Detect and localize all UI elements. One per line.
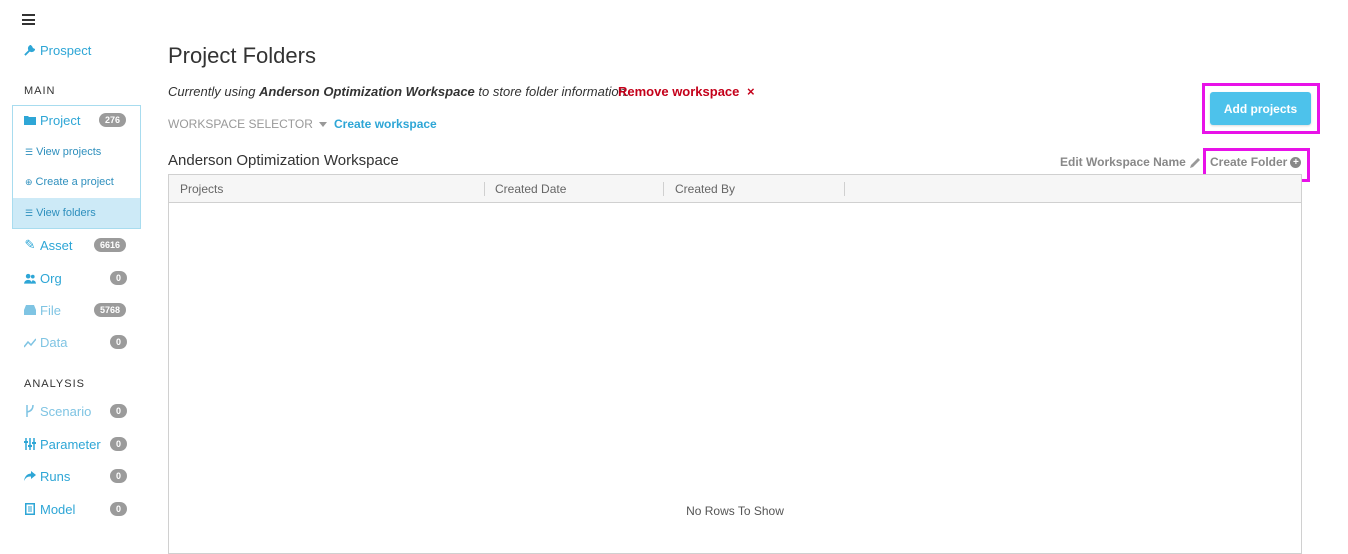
branch-icon: [24, 405, 36, 417]
close-icon: ×: [747, 84, 755, 99]
sidebar-item-scenario[interactable]: Scenario: [24, 401, 91, 421]
sidebar-item-label: Asset: [40, 237, 73, 253]
sidebar-item-prospect[interactable]: Prospect: [24, 43, 91, 58]
count-badge: 0: [110, 271, 128, 285]
sidebar-item-model[interactable]: Model: [24, 499, 75, 519]
sidebar-subitem-view-folders[interactable]: ☰ View folders: [13, 198, 140, 228]
add-projects-button[interactable]: Add projects: [1210, 92, 1311, 125]
sidebar-item-asset[interactable]: ✎ Asset: [24, 235, 73, 255]
count-badge: 0: [110, 335, 128, 349]
edit-workspace-name-label: Edit Workspace Name: [1060, 155, 1186, 169]
count-badge: 6616: [94, 238, 127, 252]
wrench-icon: [24, 45, 35, 56]
sidebar-item-label: Model: [40, 501, 76, 517]
sidebar-subitem-view-projects[interactable]: ☰ View projects: [13, 137, 140, 167]
count-badge: 0: [110, 469, 128, 483]
sidebar-subitem-label: View folders: [36, 207, 96, 219]
section-title-main: MAIN: [24, 85, 56, 97]
workspace-selector-label: WORKSPACE SELECTOR: [168, 117, 313, 131]
section-title-analysis: ANALYSIS: [24, 378, 85, 390]
create-folder-label: Create Folder: [1210, 155, 1288, 169]
sidebar-subitem-label: View projects: [36, 146, 102, 158]
sidebar-subitem-label: Create a project: [35, 176, 114, 188]
hamburger-menu-icon[interactable]: [22, 14, 35, 25]
count-badge: 5768: [94, 303, 127, 317]
sidebar-item-label: Data: [40, 334, 68, 350]
list-icon: ☰: [25, 146, 34, 157]
sidebar-item-label: Prospect: [40, 43, 92, 58]
info-prefix: Currently using: [168, 84, 260, 99]
sidebar-item-file[interactable]: File: [24, 300, 61, 320]
sidebar-item-label: Parameter: [40, 436, 101, 452]
workspace-name-heading: Anderson Optimization Workspace: [168, 152, 399, 169]
sliders-icon: [24, 438, 36, 450]
empty-state-message: No Rows To Show: [686, 504, 784, 518]
sidebar-item-label: Project: [40, 112, 81, 128]
users-icon: [24, 272, 36, 284]
share-arrow-icon: [24, 470, 36, 482]
pencil-icon: [1189, 157, 1200, 168]
sidebar-item-runs[interactable]: Runs: [24, 466, 70, 486]
column-header-created-date[interactable]: Created Date: [484, 175, 664, 203]
plus-circle-icon: +: [1290, 156, 1302, 168]
create-folder-button[interactable]: Create Folder +: [1210, 155, 1302, 169]
count-badge: 276: [99, 113, 127, 127]
info-workspace-name: Anderson Optimization Workspace: [259, 84, 475, 99]
remove-workspace-label: Remove workspace: [618, 84, 740, 99]
list-icon: ☰: [25, 207, 34, 218]
sidebar-item-label: Org: [40, 270, 62, 286]
workspace-info-text: Currently using Anderson Optimization Wo…: [168, 84, 629, 99]
drive-icon: [24, 304, 36, 316]
info-suffix: to store folder information.: [474, 84, 630, 99]
edit-workspace-name-button[interactable]: Edit Workspace Name: [1060, 155, 1201, 169]
sidebar-item-label: Scenario: [40, 403, 92, 419]
column-header-projects[interactable]: Projects: [169, 175, 484, 203]
caret-down-icon: [318, 121, 327, 127]
remove-workspace-link[interactable]: Remove workspace ×: [618, 84, 755, 99]
count-badge: 0: [110, 404, 128, 418]
workspace-selector-dropdown[interactable]: WORKSPACE SELECTOR: [168, 117, 327, 131]
column-separator[interactable]: [844, 182, 845, 196]
grid-header: Projects Created Date Created By: [169, 175, 1301, 203]
create-workspace-link[interactable]: Create workspace: [334, 117, 437, 131]
document-icon: [24, 503, 36, 515]
sidebar-subitem-create-project[interactable]: ⊕ Create a project: [13, 167, 140, 197]
sidebar-item-org[interactable]: Org: [24, 268, 62, 288]
plus-circle-icon: ⊕: [25, 176, 33, 187]
sidebar-item-label: File: [40, 302, 61, 318]
sidebar-item-project[interactable]: Project: [24, 110, 80, 130]
sidebar-item-label: Runs: [40, 468, 71, 484]
folder-icon: [24, 114, 36, 126]
sidebar-item-parameter[interactable]: Parameter: [24, 434, 101, 454]
sidebar: Prospect MAIN Project 276 ☰ View project…: [0, 0, 150, 544]
sidebar-item-data[interactable]: Data: [24, 332, 67, 352]
projects-grid: Projects Created Date Created By No Rows…: [168, 174, 1302, 554]
chart-line-icon: [24, 336, 36, 348]
column-header-created-by[interactable]: Created By: [664, 175, 844, 203]
pencil-icon: ✎: [24, 237, 36, 252]
count-badge: 0: [110, 437, 128, 451]
count-badge: 0: [110, 502, 128, 516]
page-title: Project Folders: [168, 43, 316, 68]
